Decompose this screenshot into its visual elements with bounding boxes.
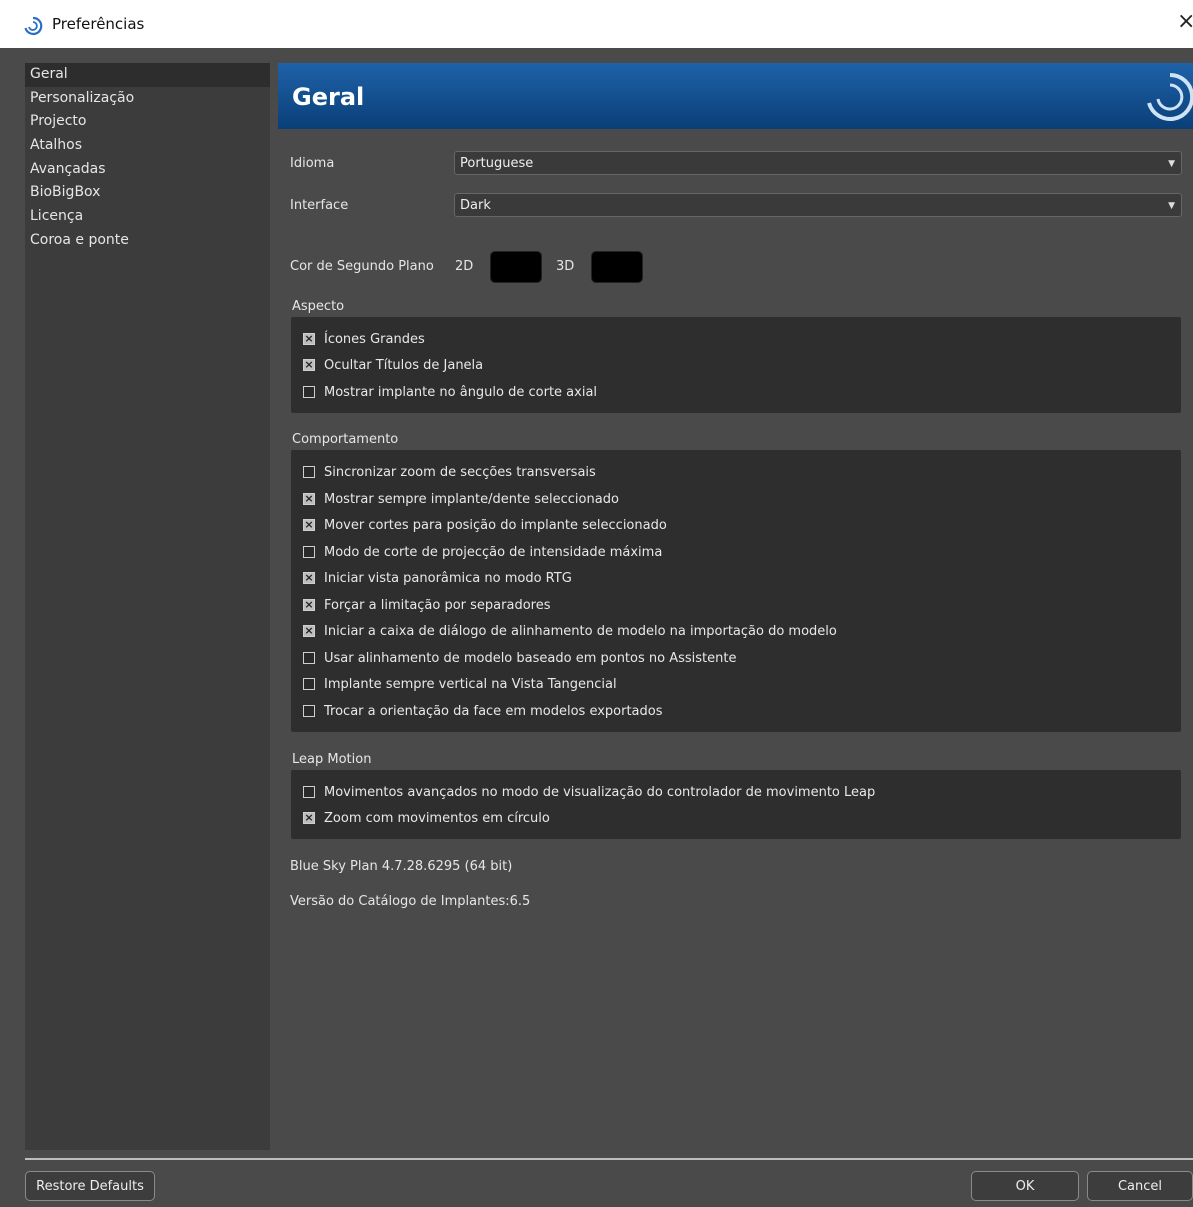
- sidebar-item-coroa-e-ponte[interactable]: Coroa e ponte: [25, 229, 270, 253]
- option-large-icons[interactable]: × Ícones Grandes: [303, 328, 425, 350]
- option-point-alignment[interactable]: Usar alinhamento de modelo baseado em po…: [303, 647, 736, 669]
- option-label: Implante sempre vertical na Vista Tangen…: [324, 676, 617, 692]
- checkbox-checked-icon[interactable]: ×: [303, 333, 315, 345]
- option-panoramic-rtg[interactable]: × Iniciar vista panorâmica no modo RTG: [303, 567, 572, 589]
- option-label: Mover cortes para posição do implante se…: [324, 517, 667, 533]
- option-label: Trocar a orientação da face em modelos e…: [324, 703, 663, 719]
- option-label: Usar alinhamento de modelo baseado em po…: [324, 650, 737, 666]
- option-mip-mode[interactable]: Modo de corte de projecção de intensidad…: [303, 541, 662, 563]
- option-implant-vertical[interactable]: Implante sempre vertical na Vista Tangen…: [303, 673, 617, 695]
- option-leap-circle-zoom[interactable]: × Zoom com movimentos em círculo: [303, 807, 550, 829]
- checkbox-unchecked-icon[interactable]: [303, 652, 315, 664]
- option-show-implant-axial[interactable]: Mostrar implante no ângulo de corte axia…: [303, 381, 597, 403]
- option-label: Iniciar a caixa de diálogo de alinhament…: [324, 623, 837, 639]
- checkbox-unchecked-icon[interactable]: [303, 546, 315, 558]
- option-model-alignment-dialog[interactable]: × Iniciar a caixa de diálogo de alinhame…: [303, 620, 837, 642]
- section-header: Geral: [278, 63, 1193, 129]
- restore-defaults-button[interactable]: Restore Defaults: [25, 1171, 155, 1201]
- bg-2d-label: 2D: [455, 259, 474, 274]
- option-hide-window-titles[interactable]: × Ocultar Títulos de Janela: [303, 354, 483, 376]
- version-text: Blue Sky Plan 4.7.28.6295 (64 bit): [290, 859, 513, 874]
- ok-button[interactable]: OK: [971, 1171, 1079, 1201]
- option-label: Movimentos avançados no modo de visualiz…: [324, 784, 876, 800]
- bg-color-label: Cor de Segundo Plano: [290, 259, 434, 274]
- settings-panel: Geral Idioma Portuguese ▼ Interface Dark…: [278, 63, 1193, 1150]
- leap-group-title: Leap Motion: [292, 752, 372, 767]
- sidebar-item-projecto[interactable]: Projecto: [25, 110, 270, 134]
- bg-3d-label: 3D: [556, 259, 575, 274]
- section-title: Geral: [292, 83, 365, 111]
- language-label: Idioma: [290, 156, 335, 171]
- language-select[interactable]: Portuguese ▼: [454, 151, 1182, 175]
- dropdown-arrow-icon: ▼: [1168, 201, 1175, 211]
- option-label: Ícones Grandes: [324, 331, 425, 347]
- checkbox-checked-icon[interactable]: ×: [303, 519, 315, 531]
- sidebar-item-biobigbox[interactable]: BioBigBox: [25, 181, 270, 205]
- interface-select[interactable]: Dark ▼: [454, 193, 1182, 217]
- option-label: Forçar a limitação por separadores: [324, 597, 551, 613]
- aspect-group-title: Aspecto: [292, 299, 345, 314]
- checkbox-checked-icon[interactable]: ×: [303, 812, 315, 824]
- option-label: Mostrar implante no ângulo de corte axia…: [324, 384, 598, 400]
- option-label: Iniciar vista panorâmica no modo RTG: [324, 570, 572, 586]
- checkbox-checked-icon[interactable]: ×: [303, 493, 315, 505]
- checkbox-unchecked-icon[interactable]: [303, 786, 315, 798]
- checkbox-unchecked-icon[interactable]: [303, 466, 315, 478]
- bg-3d-color-swatch[interactable]: [591, 251, 643, 283]
- checkbox-checked-icon[interactable]: ×: [303, 625, 315, 637]
- dropdown-arrow-icon: ▼: [1168, 159, 1175, 169]
- sidebar-item-licenca[interactable]: Licença: [25, 205, 270, 229]
- aspect-group: × Ícones Grandes × Ocultar Títulos de Ja…: [291, 317, 1181, 413]
- option-sync-zoom[interactable]: Sincronizar zoom de secções transversais: [303, 461, 596, 483]
- footer-divider: [25, 1158, 1193, 1160]
- language-value: Portuguese: [460, 156, 534, 171]
- interface-value: Dark: [460, 198, 491, 213]
- option-force-separators[interactable]: × Forçar a limitação por separadores: [303, 594, 551, 616]
- option-leap-advanced[interactable]: Movimentos avançados no modo de visualiz…: [303, 781, 875, 803]
- option-label: Ocultar Títulos de Janela: [324, 357, 484, 373]
- option-label: Modo de corte de projecção de intensidad…: [324, 544, 663, 560]
- behavior-group-title: Comportamento: [292, 432, 399, 447]
- behavior-group: Sincronizar zoom de secções transversais…: [291, 450, 1181, 732]
- checkbox-unchecked-icon[interactable]: [303, 705, 315, 717]
- option-label: Sincronizar zoom de secções transversais: [324, 464, 596, 480]
- sidebar-item-avancadas[interactable]: Avançadas: [25, 158, 270, 182]
- app-icon: [24, 16, 43, 36]
- checkbox-unchecked-icon[interactable]: [303, 386, 315, 398]
- checkbox-checked-icon[interactable]: ×: [303, 599, 315, 611]
- interface-label: Interface: [290, 198, 349, 213]
- option-flip-face-orientation[interactable]: Trocar a orientação da face em modelos e…: [303, 700, 663, 722]
- checkbox-checked-icon[interactable]: ×: [303, 572, 315, 584]
- title-bar: Preferências ×: [0, 0, 1193, 48]
- leap-group: Movimentos avançados no modo de visualiz…: [291, 770, 1181, 839]
- option-move-cuts[interactable]: × Mover cortes para posição do implante …: [303, 514, 667, 536]
- close-icon[interactable]: ×: [1177, 10, 1193, 34]
- checkbox-checked-icon[interactable]: ×: [303, 359, 315, 371]
- sidebar-item-atalhos[interactable]: Atalhos: [25, 134, 270, 158]
- sidebar-item-personalizacao[interactable]: Personalização: [25, 87, 270, 111]
- category-sidebar: Geral Personalização Projecto Atalhos Av…: [25, 63, 270, 1150]
- catalog-version-text: Versão do Catálogo de Implantes:6.5: [290, 894, 531, 909]
- checkbox-unchecked-icon[interactable]: [303, 678, 315, 690]
- option-label: Zoom com movimentos em círculo: [324, 810, 550, 826]
- sidebar-item-geral[interactable]: Geral: [25, 63, 270, 87]
- bg-2d-color-swatch[interactable]: [490, 251, 542, 283]
- option-show-selected-implant[interactable]: × Mostrar sempre implante/dente seleccio…: [303, 488, 619, 510]
- cancel-button[interactable]: Cancel: [1087, 1171, 1193, 1201]
- window-title: Preferências: [52, 15, 145, 33]
- blue-sky-logo-icon: [1147, 72, 1193, 121]
- option-label: Mostrar sempre implante/dente selecciona…: [324, 491, 619, 507]
